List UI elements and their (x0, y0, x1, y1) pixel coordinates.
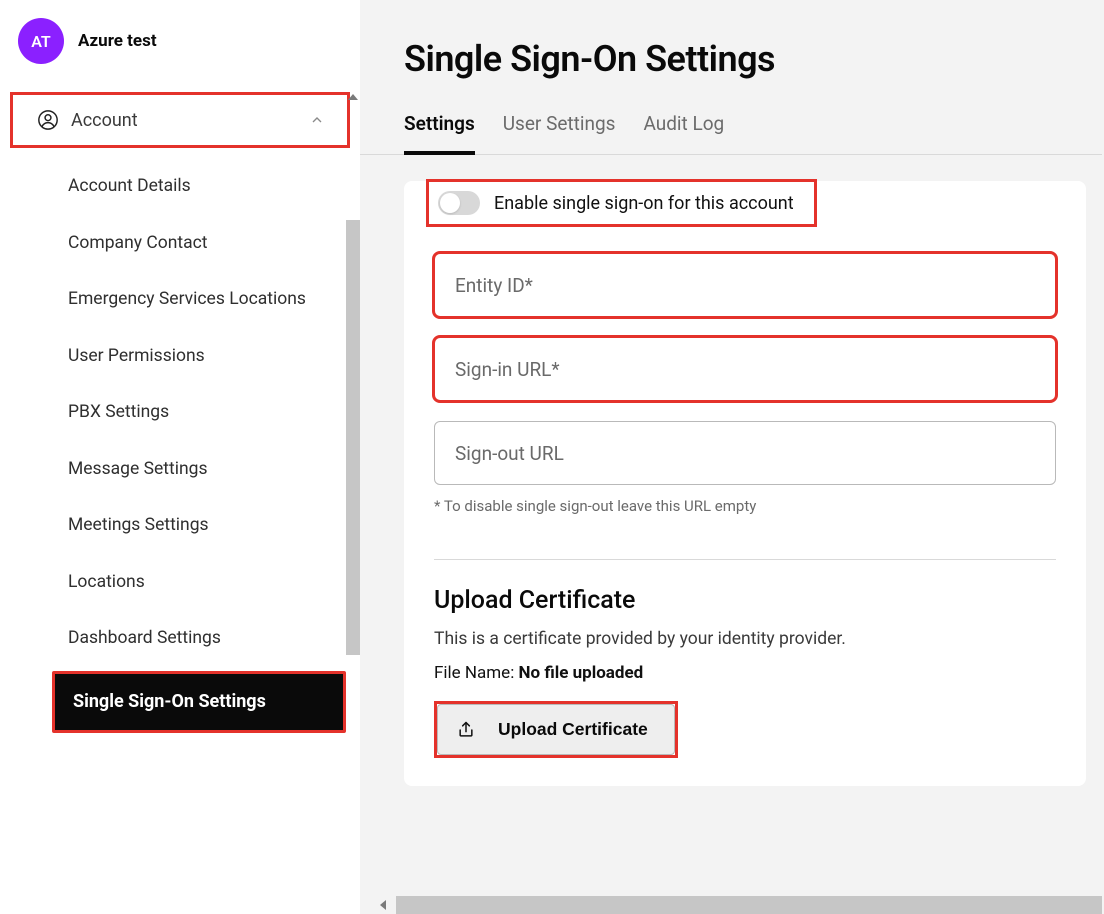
enable-sso-label: Enable single sign-on for this account (494, 193, 794, 214)
signout-url-field[interactable]: Sign-out URL (434, 421, 1056, 485)
avatar: AT (18, 18, 64, 64)
upload-button-highlight: Upload Certificate (434, 701, 678, 758)
scrollbar-arrow-up-icon[interactable] (348, 94, 358, 100)
settings-card: Enable single sign-on for this account E… (404, 181, 1086, 786)
signout-hint: * To disable single sign-out leave this … (434, 497, 1056, 515)
toggle-knob (440, 193, 460, 213)
entity-id-field[interactable]: Entity ID* (434, 253, 1056, 317)
account-name: Azure test (78, 31, 157, 51)
upload-certificate-button[interactable]: Upload Certificate (437, 704, 675, 755)
sidebar-item-label: Single Sign-On Settings (55, 674, 343, 730)
upload-title: Upload Certificate (434, 586, 1056, 615)
tab-user-settings[interactable]: User Settings (503, 112, 616, 154)
sidebar-item-account-details[interactable]: Account Details (0, 158, 338, 215)
upload-description: This is a certificate provided by your i… (434, 629, 1056, 649)
account-header: AT Azure test (0, 0, 360, 92)
sidebar-item-emergency-services[interactable]: Emergency Services Locations (0, 271, 338, 328)
main-content: Single Sign-On Settings Settings User Se… (360, 0, 1104, 914)
tab-audit-log[interactable]: Audit Log (643, 112, 724, 154)
account-icon (37, 109, 59, 131)
scrollbar-arrow-left-icon[interactable] (380, 900, 386, 910)
sidebar-item-meetings-settings[interactable]: Meetings Settings (0, 497, 338, 554)
scrollbar-thumb[interactable] (346, 220, 360, 655)
scrollbar-thumb-horizontal[interactable] (396, 896, 1102, 914)
sidebar-item-pbx-settings[interactable]: PBX Settings (0, 384, 338, 441)
sidebar-item-message-settings[interactable]: Message Settings (0, 441, 338, 498)
sidebar-scroll-area: Account Account Details Company Contact … (0, 92, 360, 914)
tabs: Settings User Settings Audit Log (360, 80, 1102, 155)
scrollbar-horizontal[interactable] (360, 896, 1104, 914)
nav-section-account[interactable]: Account (10, 92, 350, 148)
upload-icon (456, 720, 476, 740)
sidebar-item-company-contact[interactable]: Company Contact (0, 215, 338, 272)
enable-sso-toggle[interactable] (438, 191, 480, 215)
upload-section: Upload Certificate This is a certificate… (404, 560, 1086, 758)
sidebar-item-user-permissions[interactable]: User Permissions (0, 328, 338, 385)
sidebar: AT Azure test Account (0, 0, 360, 914)
file-name-line: File Name: No file uploaded (434, 663, 1056, 683)
sidebar-item-dashboard-settings[interactable]: Dashboard Settings (0, 610, 338, 667)
nav-items: Account Details Company Contact Emergenc… (0, 148, 360, 733)
nav-section-label: Account (71, 110, 138, 131)
file-name-label: File Name: (434, 663, 514, 683)
enable-sso-row: Enable single sign-on for this account (426, 179, 817, 227)
sidebar-item-locations[interactable]: Locations (0, 554, 338, 611)
form-area: Entity ID* Sign-in URL* Sign-out URL * T… (404, 229, 1086, 515)
scrollbar-vertical[interactable] (346, 92, 360, 654)
upload-button-label: Upload Certificate (498, 719, 648, 740)
chevron-up-icon (309, 112, 325, 128)
file-name-value: No file uploaded (519, 663, 644, 683)
page-title: Single Sign-On Settings (360, 0, 1102, 80)
sidebar-item-sso-settings[interactable]: Single Sign-On Settings (52, 671, 346, 733)
signin-url-field[interactable]: Sign-in URL* (434, 337, 1056, 401)
tab-settings[interactable]: Settings (404, 112, 475, 155)
